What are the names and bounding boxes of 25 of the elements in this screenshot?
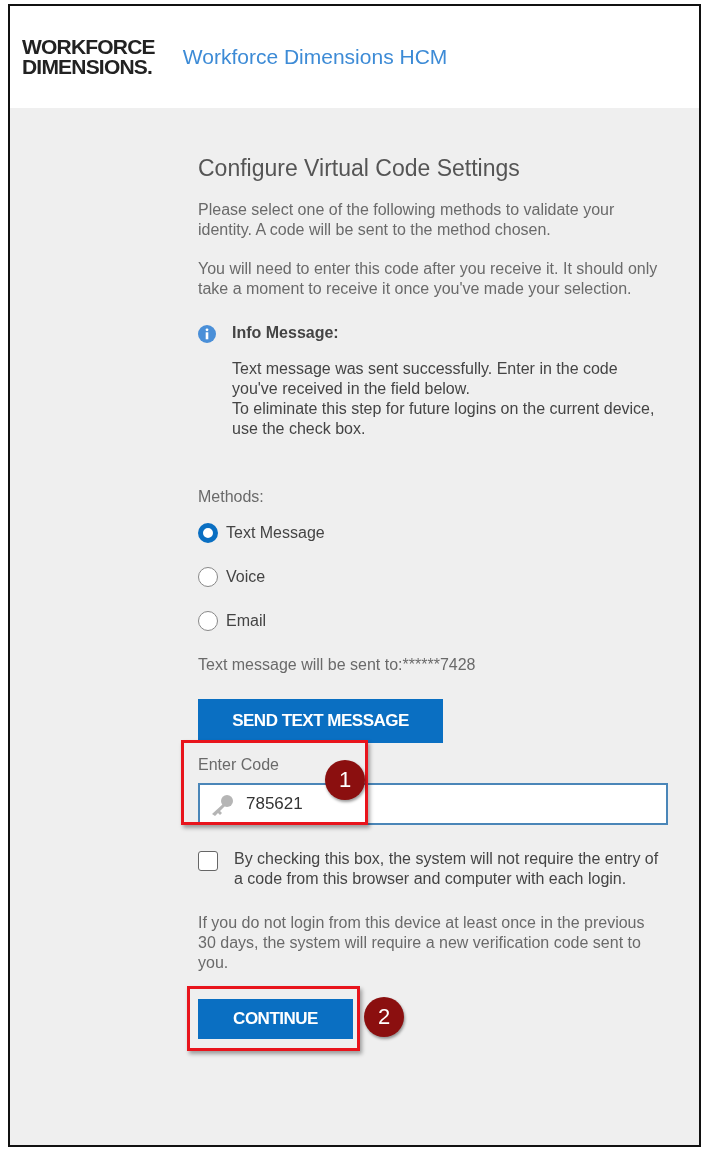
info-title: Info Message: bbox=[232, 323, 340, 343]
logo: WORKFORCE DIMENSIONS. bbox=[22, 37, 155, 77]
key-icon bbox=[210, 794, 234, 816]
instruction-text: Please select one of the following methods to validate your identity. A code will be sent to the method chosen. bbox=[198, 200, 616, 240]
continue-button[interactable]: CONTINUE bbox=[198, 999, 353, 1039]
info-text: Text message was sent successfully. Enter in the code you've received in the field below. bbox=[232, 359, 619, 399]
notice-text: If you do not login from this device at least once in the previous 30 days, the system will require a new verification code sent to you. bbox=[198, 913, 646, 973]
info-text: To eliminate this step for future logins on the current device, use the check box. bbox=[232, 399, 656, 439]
callout-marker: 2 bbox=[364, 997, 404, 1037]
app-title: Workforce Dimensions HCM bbox=[182, 44, 448, 71]
callout-marker: 1 bbox=[325, 760, 365, 800]
radio-button[interactable] bbox=[198, 567, 218, 587]
send-text-message-button[interactable]: SEND TEXT MESSAGE bbox=[198, 699, 443, 743]
radio-label: Voice bbox=[226, 567, 266, 587]
destination-text: Text message will be sent to:******7428 bbox=[198, 655, 477, 675]
info-icon bbox=[198, 325, 216, 343]
radio-label: Email bbox=[226, 611, 266, 631]
checkbox-label: By checking this box, the system will not require the entry of a code from this browser and computer with each login. bbox=[234, 849, 660, 889]
radio-label: Text Message bbox=[226, 523, 325, 543]
radio-button[interactable] bbox=[198, 611, 218, 631]
radio-button[interactable] bbox=[198, 523, 218, 543]
methods-label: Methods: bbox=[198, 487, 265, 507]
instruction-text: You will need to enter this code after you receive it. It should only take a moment to receive it once you've made your selection. bbox=[198, 259, 659, 299]
checkbox[interactable] bbox=[198, 851, 218, 871]
field-label: Enter Code bbox=[198, 755, 280, 775]
